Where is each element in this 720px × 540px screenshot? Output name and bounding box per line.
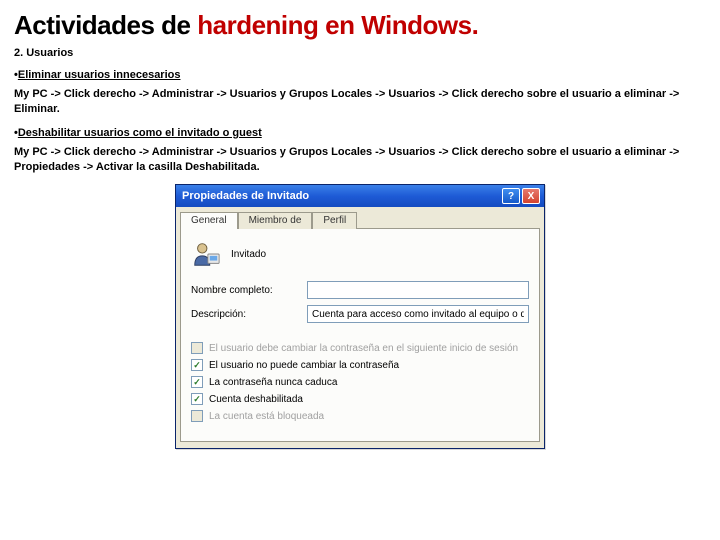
checkbox-cantchange[interactable]: ✓	[191, 359, 203, 371]
bullet-deshabilitar: •Deshabilitar usuarios como el invitado …	[14, 127, 706, 139]
check-label-changepw: El usuario debe cambiar la contraseña en…	[209, 343, 518, 354]
tab-miembro[interactable]: Miembro de	[238, 212, 313, 229]
help-button[interactable]: ?	[502, 188, 520, 204]
path-deshabilitar: My PC -> Click derecho -> Administrar ->…	[14, 145, 706, 175]
input-fullname[interactable]	[307, 281, 529, 299]
bullet-deshabilitar-text: Deshabilitar usuarios como el invitado o…	[18, 127, 262, 139]
check-row-cantchange[interactable]: ✓ El usuario no puede cambiar la contras…	[191, 359, 529, 371]
page-title: Actividades de hardening en Windows.	[14, 10, 706, 41]
tab-general[interactable]: General	[180, 212, 238, 229]
section-heading: 2. Usuarios	[14, 47, 706, 59]
title-part1: Actividades de	[14, 10, 197, 40]
check-row-locked: La cuenta está bloqueada	[191, 410, 529, 422]
checkbox-neverexpire[interactable]: ✓	[191, 376, 203, 388]
checkbox-changepw	[191, 342, 203, 354]
user-icon	[191, 239, 221, 269]
tab-perfil[interactable]: Perfil	[312, 212, 357, 229]
check-label-cantchange: El usuario no puede cambiar la contraseñ…	[209, 360, 399, 371]
bullet-eliminar: •Eliminar usuarios innecesarios	[14, 69, 706, 81]
check-row-changepw: El usuario debe cambiar la contraseña en…	[191, 342, 529, 354]
label-description: Descripción:	[191, 309, 301, 320]
tab-strip: General Miembro de Perfil	[176, 207, 544, 228]
tab-panel-general: Invitado Nombre completo: Descripción: E…	[180, 228, 540, 442]
checkbox-locked	[191, 410, 203, 422]
title-part2: hardening en Windows	[197, 10, 471, 40]
properties-dialog: Propiedades de Invitado ? X General Miem…	[175, 184, 545, 449]
title-dot: .	[472, 10, 479, 40]
input-description[interactable]	[307, 305, 529, 323]
dialog-titlebar[interactable]: Propiedades de Invitado ? X	[176, 185, 544, 207]
path-eliminar: My PC -> Click derecho -> Administrar ->…	[14, 87, 706, 117]
label-fullname: Nombre completo:	[191, 285, 301, 296]
check-label-disabled: Cuenta deshabilitada	[209, 394, 303, 405]
checkbox-disabled[interactable]: ✓	[191, 393, 203, 405]
check-row-neverexpire[interactable]: ✓ La contraseña nunca caduca	[191, 376, 529, 388]
dialog-username: Invitado	[231, 249, 266, 260]
close-button[interactable]: X	[522, 188, 540, 204]
bullet-eliminar-text: Eliminar usuarios innecesarios	[18, 69, 181, 81]
check-label-neverexpire: La contraseña nunca caduca	[209, 377, 337, 388]
check-row-disabled[interactable]: ✓ Cuenta deshabilitada	[191, 393, 529, 405]
check-label-locked: La cuenta está bloqueada	[209, 411, 324, 422]
dialog-title: Propiedades de Invitado	[182, 190, 500, 202]
